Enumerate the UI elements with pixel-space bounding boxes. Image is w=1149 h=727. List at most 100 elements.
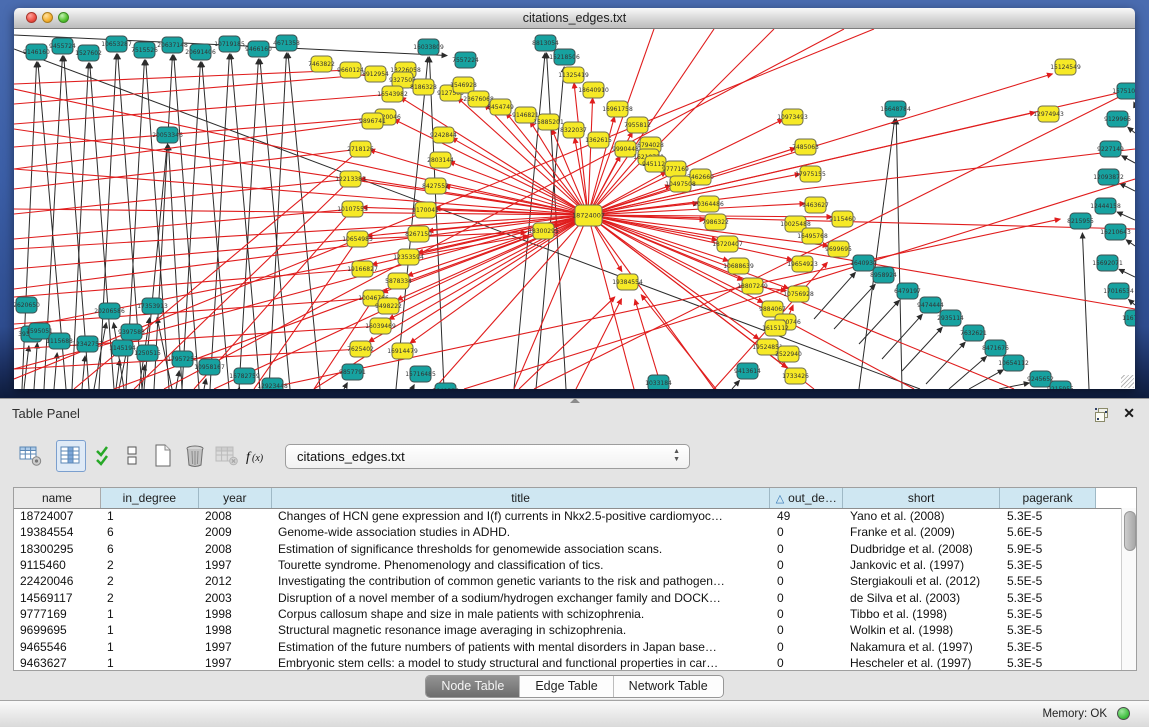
graph-node[interactable]: 16210643 [1100,224,1131,240]
table-rows-icon[interactable] [118,440,148,472]
network-graph-svg[interactable]: 9146160945572415276021065328775155262063… [14,29,1135,389]
graph-node[interactable]: 5878334 [385,273,412,289]
graph-node[interactable]: 7625402 [347,341,374,357]
graph-node[interactable]: 10654112 [998,355,1029,371]
table-row[interactable]: 1938455462009Genome-wide association stu… [14,524,1121,540]
graph-node[interactable]: 18807249 [737,278,768,294]
graph-node[interactable]: 7986322 [702,214,729,230]
graph-node[interactable]: 9129966 [1104,111,1131,127]
graph-node[interactable]: 9215955 [1047,381,1074,389]
graph-edge[interactable] [1128,127,1135,133]
graph-edge[interactable] [176,371,179,389]
graph-node[interactable]: 12342757 [72,336,103,352]
graph-edge[interactable] [999,383,1029,389]
graph-edge[interactable] [1120,183,1135,191]
graph-edge[interactable] [1129,300,1135,305]
graph-edge[interactable] [859,119,895,389]
table-row[interactable]: 911546021997Tourette syndrome. Phenomeno… [14,557,1121,573]
graph-edge[interactable] [239,387,240,389]
graph-node[interactable]: 1527602 [75,45,102,61]
graph-node[interactable]: 1145194 [109,340,136,356]
graph-edge[interactable] [260,59,290,389]
graph-node[interactable]: 12974943 [1033,106,1064,122]
table-row[interactable]: 977716911998Corpus callosum shape and si… [14,606,1121,622]
graph-node[interactable]: 16648784 [880,101,911,117]
graph-node[interactable]: 8958924 [870,267,897,283]
graph-edge[interactable] [288,53,320,389]
table-row[interactable]: 1456911722003Disruption of a novel membe… [14,589,1121,605]
graph-node[interactable]: 8471676 [982,340,1009,356]
graph-node[interactable]: 8427552 [422,178,449,194]
graph-node[interactable]: 16961758 [602,101,633,117]
graph-node[interactable]: 10653287 [101,36,132,52]
graph-node[interactable]: 9242844 [430,127,457,143]
graph-hub-node[interactable]: 18724007 [572,205,605,226]
graph-node[interactable]: 2718126 [347,141,374,157]
graph-edge[interactable] [1134,102,1135,105]
graph-node[interactable]: 10688639 [723,258,754,274]
graph-node[interactable]: 6479197 [894,283,921,299]
graph-node[interactable]: 15218506 [549,49,580,65]
graph-node[interactable]: 9777169 [662,161,689,177]
graph-edge[interactable] [396,57,428,389]
table-row[interactable]: 2242004622012Investigating the contribut… [14,573,1121,589]
graph-edge[interactable] [452,138,588,215]
graph-node[interactable]: 8267150 [405,226,432,242]
graph-node[interactable]: 16495768 [797,228,828,244]
graph-edge[interactable] [732,381,739,389]
graph-edge[interactable] [1117,212,1135,220]
graph-edge[interactable] [926,342,965,384]
graph-node[interactable]: 4671358 [273,35,300,51]
graph-edge[interactable] [949,357,986,389]
graph-node[interactable]: 10958167 [194,359,225,375]
graph-node[interactable]: 9463627 [802,197,829,213]
graph-edge[interactable] [882,314,922,359]
graph-edge[interactable] [1119,269,1135,277]
float-panel-icon[interactable] [1095,408,1107,420]
graph-edge[interactable] [902,327,942,371]
column-header-pagerank[interactable]: pagerank [1000,488,1096,508]
graph-edge[interactable] [14,94,393,124]
graph-node[interactable]: 18720407 [712,236,743,252]
graph-node[interactable]: 17975155 [795,166,826,182]
tab-node-table[interactable]: Node Table [426,676,519,697]
graph-node[interactable]: 8215955 [1067,213,1094,229]
graph-edge[interactable] [534,89,1135,389]
graph-node[interactable]: 8322037 [560,122,587,138]
graph-node[interactable]: 1640934 [850,255,877,271]
graph-node[interactable]: 15716485 [405,366,436,382]
graph-node[interactable]: 9397588 [118,324,145,340]
graph-edge[interactable] [202,62,229,389]
graph-node[interactable]: 8813054 [532,35,559,51]
table-row[interactable]: 946554611997Estimation of the future num… [14,638,1121,654]
table-selector-dropdown[interactable]: citations_edges.txt ▲▼ [285,444,690,469]
delete-table-icon[interactable] [180,440,210,472]
graph-edge[interactable] [94,323,106,389]
graph-node[interactable]: 12093872 [1093,169,1124,185]
graph-edge[interactable] [14,239,358,269]
graph-node[interactable]: 2803144 [427,152,454,168]
graph-node[interactable]: 20364486 [693,196,724,212]
graph-node[interactable]: 9896741 [359,113,386,129]
graph-node[interactable]: 7632621 [960,325,987,341]
column-edit-icon[interactable] [56,440,86,472]
graph-node[interactable]: 2522940 [775,346,802,362]
graph-node[interactable]: 15751074 [1112,83,1135,99]
graph-node[interactable]: 7557224 [452,52,479,68]
graph-node[interactable]: 9857791 [339,364,366,380]
vertical-scrollbar[interactable] [1121,508,1136,670]
graph-node[interactable]: 19166827 [347,261,378,277]
graph-edge[interactable] [859,300,899,344]
graph-edge[interactable] [34,343,37,389]
graph-node[interactable]: 9227149 [1097,141,1124,157]
column-header-year[interactable]: year [199,488,272,508]
graph-edge[interactable] [412,385,414,389]
graph-node[interactable]: 10719185 [214,36,245,52]
graph-node[interactable]: 8912954 [362,66,389,82]
graph-edge[interactable] [204,379,206,389]
graph-node[interactable]: 10654985 [342,231,373,247]
graph-node[interactable]: 1167533 [1122,310,1135,326]
graph-node[interactable]: 20637148 [157,37,188,53]
graph-node[interactable]: 15124549 [1050,59,1081,75]
graph-edge[interactable] [344,383,347,389]
